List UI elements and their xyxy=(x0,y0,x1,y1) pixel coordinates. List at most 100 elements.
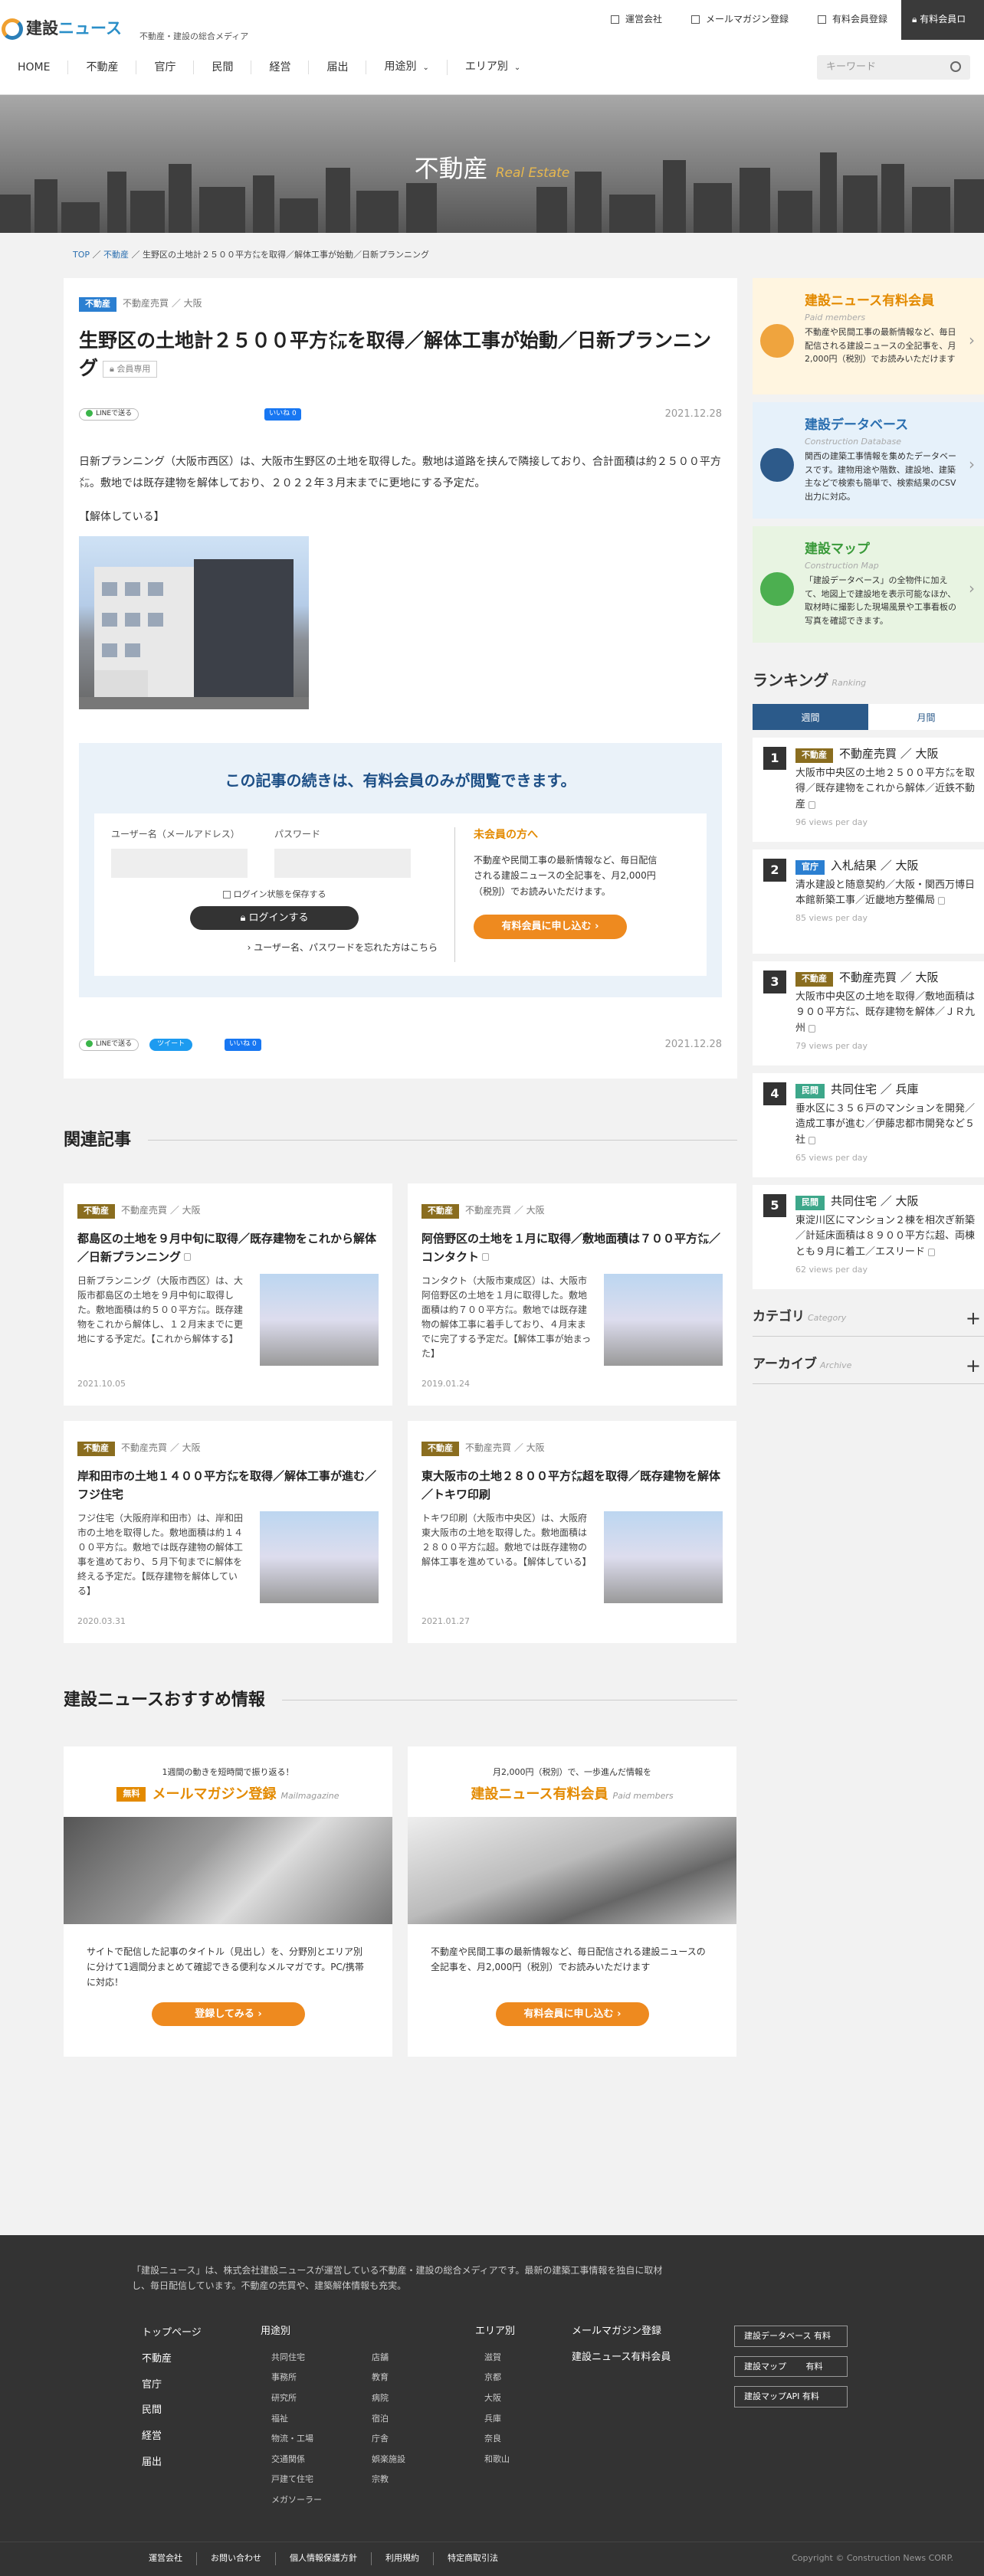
footer-link[interactable]: トップページ xyxy=(142,2326,202,2342)
footer-link[interactable]: 店舗 xyxy=(372,2351,405,2365)
promo-paid-members[interactable]: 建設ニュース有料会員 Paid members 不動産や民間工事の最新情報など、… xyxy=(753,278,984,394)
nav-real-estate[interactable]: 不動産 xyxy=(68,61,137,74)
footer-link[interactable]: 民間 xyxy=(142,2403,202,2419)
footer-bottom-link[interactable]: 特定商取引法 xyxy=(433,2552,512,2565)
related-card[interactable]: 不動産 不動産売買 ／ 大阪 岸和田市の土地１４００平方㍍を取得／解体工事が進む／… xyxy=(64,1421,392,1643)
footer-link[interactable]: 届出 xyxy=(142,2455,202,2471)
footer-link[interactable]: メガソーラー xyxy=(271,2493,372,2507)
line-share-button[interactable]: LINEで送る xyxy=(79,1039,139,1051)
footer-link[interactable]: メールマガジン登録 xyxy=(572,2324,671,2340)
remember-me[interactable]: ログイン状態を保存する xyxy=(111,889,438,902)
footer-map-api-button[interactable]: 建設マップAPI 有料 xyxy=(734,2386,848,2407)
facebook-like-button[interactable]: いいね 0 xyxy=(264,408,301,421)
site-logo[interactable]: 建設ニュース xyxy=(2,17,122,41)
copyright: Copyright © Construction News CORP. xyxy=(792,2553,953,2563)
nav-by-use[interactable]: 用途別 ⌄ xyxy=(366,60,448,75)
nav-government[interactable]: 官庁 xyxy=(136,61,195,74)
footer-link[interactable]: 奈良 xyxy=(484,2432,515,2446)
category-accordion[interactable]: カテゴリ Category + xyxy=(753,1303,984,1337)
promo-text: 「建設データベース」の全物件に加えて、地図上で建設地を表示可能なほか、取材時に撮… xyxy=(805,575,956,626)
breadcrumb-top[interactable]: TOP xyxy=(73,250,90,260)
footer-map-button[interactable]: 建設マップ 有料 xyxy=(734,2355,848,2378)
promo-title: 建設データベース xyxy=(805,417,909,433)
footer-bottom-link[interactable]: お問い合わせ xyxy=(196,2552,275,2565)
related-excerpt: トキワ印刷（大阪市中央区）は、大阪府東大阪市の土地を取得した。敷地面積は２８００… xyxy=(421,1512,592,1568)
footer-link[interactable]: 兵庫 xyxy=(484,2412,515,2426)
footer-link[interactable]: 宗教 xyxy=(372,2473,405,2486)
username-field[interactable] xyxy=(111,849,248,878)
footer-link[interactable]: 研究所 xyxy=(271,2391,372,2405)
article-category[interactable]: 不動産売買 ／ 大阪 xyxy=(123,298,202,309)
promo-database[interactable]: 建設データベース Construction Database 関西の建築工事情報… xyxy=(753,402,984,519)
footer-link[interactable]: 娯楽施設 xyxy=(372,2453,405,2466)
plus-icon[interactable]: + xyxy=(966,1352,981,1380)
footer-link[interactable]: 共同住宅 xyxy=(271,2351,372,2365)
database-icon xyxy=(760,448,794,482)
footer-link[interactable]: 教育 xyxy=(372,2371,405,2385)
apply-paid-button[interactable]: 有料会員に申し込む › xyxy=(496,2002,649,2026)
footer-link[interactable]: 不動産 xyxy=(142,2352,202,2368)
tab-weekly[interactable]: 週間 xyxy=(753,704,868,730)
footer-link[interactable]: 庁舎 xyxy=(372,2432,405,2446)
footer-link[interactable]: 大阪 xyxy=(484,2391,515,2405)
footer-link[interactable]: 物流・工場 xyxy=(271,2432,372,2446)
chevron-right-icon: › xyxy=(969,331,975,349)
breadcrumb-category[interactable]: 不動産 xyxy=(103,250,129,260)
footer-link[interactable]: 滋賀 xyxy=(484,2351,515,2365)
company-link[interactable]: 運営会社 xyxy=(610,0,662,38)
footer-link[interactable]: 宿泊 xyxy=(372,2412,405,2426)
footer-link[interactable]: 交通関係 xyxy=(271,2453,372,2466)
footer-link[interactable]: 官庁 xyxy=(142,2378,202,2394)
tab-monthly[interactable]: 月間 xyxy=(868,704,984,730)
ranking-item[interactable]: 5 民間 共同住宅 ／ 大阪 東淀川区にマンション２棟を相次ぎ新築／計延床面積は８… xyxy=(753,1185,984,1289)
footer-bottom-link[interactable]: 利用規約 xyxy=(371,2552,433,2565)
related-card[interactable]: 不動産 不動産売買 ／ 大阪 阿倍野区の土地を１月に取得／敷地面積は７００平方㍍／… xyxy=(408,1183,736,1406)
footer-database-button[interactable]: 建設データベース 有料 xyxy=(734,2326,848,2347)
footer-bottom-link[interactable]: 個人情報保護方針 xyxy=(275,2552,371,2565)
category-tag[interactable]: 不動産 xyxy=(79,297,116,312)
footer-link[interactable]: 事務所 xyxy=(271,2371,372,2385)
remember-checkbox[interactable] xyxy=(222,891,231,898)
related-excerpt: コンタクト（大阪市東成区）は、大阪市阿倍野区の土地を１月に取得した。敷地面積は約… xyxy=(421,1275,592,1360)
footer-link[interactable]: 福祉 xyxy=(271,2412,372,2426)
paid-signup-label: 有料会員登録 xyxy=(831,14,887,25)
article-date: 2021.12.28 xyxy=(664,408,722,420)
footer-link[interactable]: 京都 xyxy=(484,2371,515,2385)
footer-link[interactable]: 病院 xyxy=(372,2391,405,2405)
paywall-panel: ユーザー名（メールアドレス） パスワード ログイン状態を保存する 🔒︎ ログイン… xyxy=(94,813,707,976)
promo-map[interactable]: 建設マップ Construction Map 「建設データベース」の全物件に加え… xyxy=(753,526,984,643)
footer-link[interactable]: 和歌山 xyxy=(484,2453,515,2466)
login-button[interactable]: 🔒︎ ログインする xyxy=(190,905,359,930)
search-icon[interactable] xyxy=(950,61,961,72)
nav-management[interactable]: 経営 xyxy=(251,61,310,74)
ranking-item[interactable]: 2 官庁 入札結果 ／ 大阪 清水建設と随意契約／大阪・関西万博日本館新築工事／近… xyxy=(753,849,984,954)
nav-private[interactable]: 民間 xyxy=(194,61,252,74)
forgot-password-link[interactable]: › ユーザー名、パスワードを忘れた方はこちら xyxy=(111,941,438,954)
password-field[interactable] xyxy=(274,849,411,878)
paid-login-button[interactable]: 🔒︎ 有料会員ロ xyxy=(901,0,984,40)
nav-home[interactable]: HOME xyxy=(0,61,69,74)
paid-signup-link[interactable]: 有料会員登録 xyxy=(817,0,887,38)
nav-notifications[interactable]: 届出 xyxy=(309,61,367,74)
footer-link[interactable]: 経営 xyxy=(142,2429,202,2445)
apply-paid-button[interactable]: 有料会員に申し込む › xyxy=(474,915,627,939)
ranking-item[interactable]: 4 民間 共同住宅 ／ 兵庫 垂水区に３５６戸のマンションを開発／造成工事が進む／… xyxy=(753,1073,984,1177)
related-card[interactable]: 不動産 不動産売買 ／ 大阪 都島区の土地を９月中旬に取得／既存建物をこれから解体… xyxy=(64,1183,392,1406)
newsletter-link[interactable]: メールマガジン登録 xyxy=(690,0,789,38)
plus-icon[interactable]: + xyxy=(966,1304,981,1332)
archive-accordion[interactable]: アーカイブ Archive + xyxy=(753,1350,984,1384)
related-card[interactable]: 不動産 不動産売買 ／ 大阪 東大阪市の土地２８００平方㍍超を取得／既存建物を解体… xyxy=(408,1421,736,1643)
footer-link[interactable]: 戸建て住宅 xyxy=(271,2473,372,2486)
facebook-like-button[interactable]: いいね 0 xyxy=(225,1039,261,1051)
ranking-item[interactable]: 3 不動産 不動産売買 ／ 大阪 大阪市中央区の土地を取得／敷地面積は９００平方㍍… xyxy=(753,961,984,1065)
nav-by-area[interactable]: エリア別 ⌄ xyxy=(448,60,538,75)
share-bar-top: LINEで送る いいね 0 2021.12.28 xyxy=(79,407,722,422)
ranking-item[interactable]: 1 不動産 不動産売買 ／ 大阪 大阪市中央区の土地２５００平方㍍を取得／既存建物… xyxy=(753,738,984,842)
search-input[interactable]: キーワード xyxy=(817,55,970,80)
newsletter-signup-button[interactable]: 登録してみる › xyxy=(152,2002,305,2026)
rec-subtitle: 1週間の動きを短時間で振り返る！ xyxy=(162,1767,294,1777)
footer-bottom-link[interactable]: 運営会社 xyxy=(135,2552,196,2565)
tweet-button[interactable]: ツイート xyxy=(149,1039,193,1051)
line-share-button[interactable]: LINEで送る xyxy=(79,408,139,421)
footer-link[interactable]: 建設ニュース有料会員 xyxy=(572,2350,671,2366)
